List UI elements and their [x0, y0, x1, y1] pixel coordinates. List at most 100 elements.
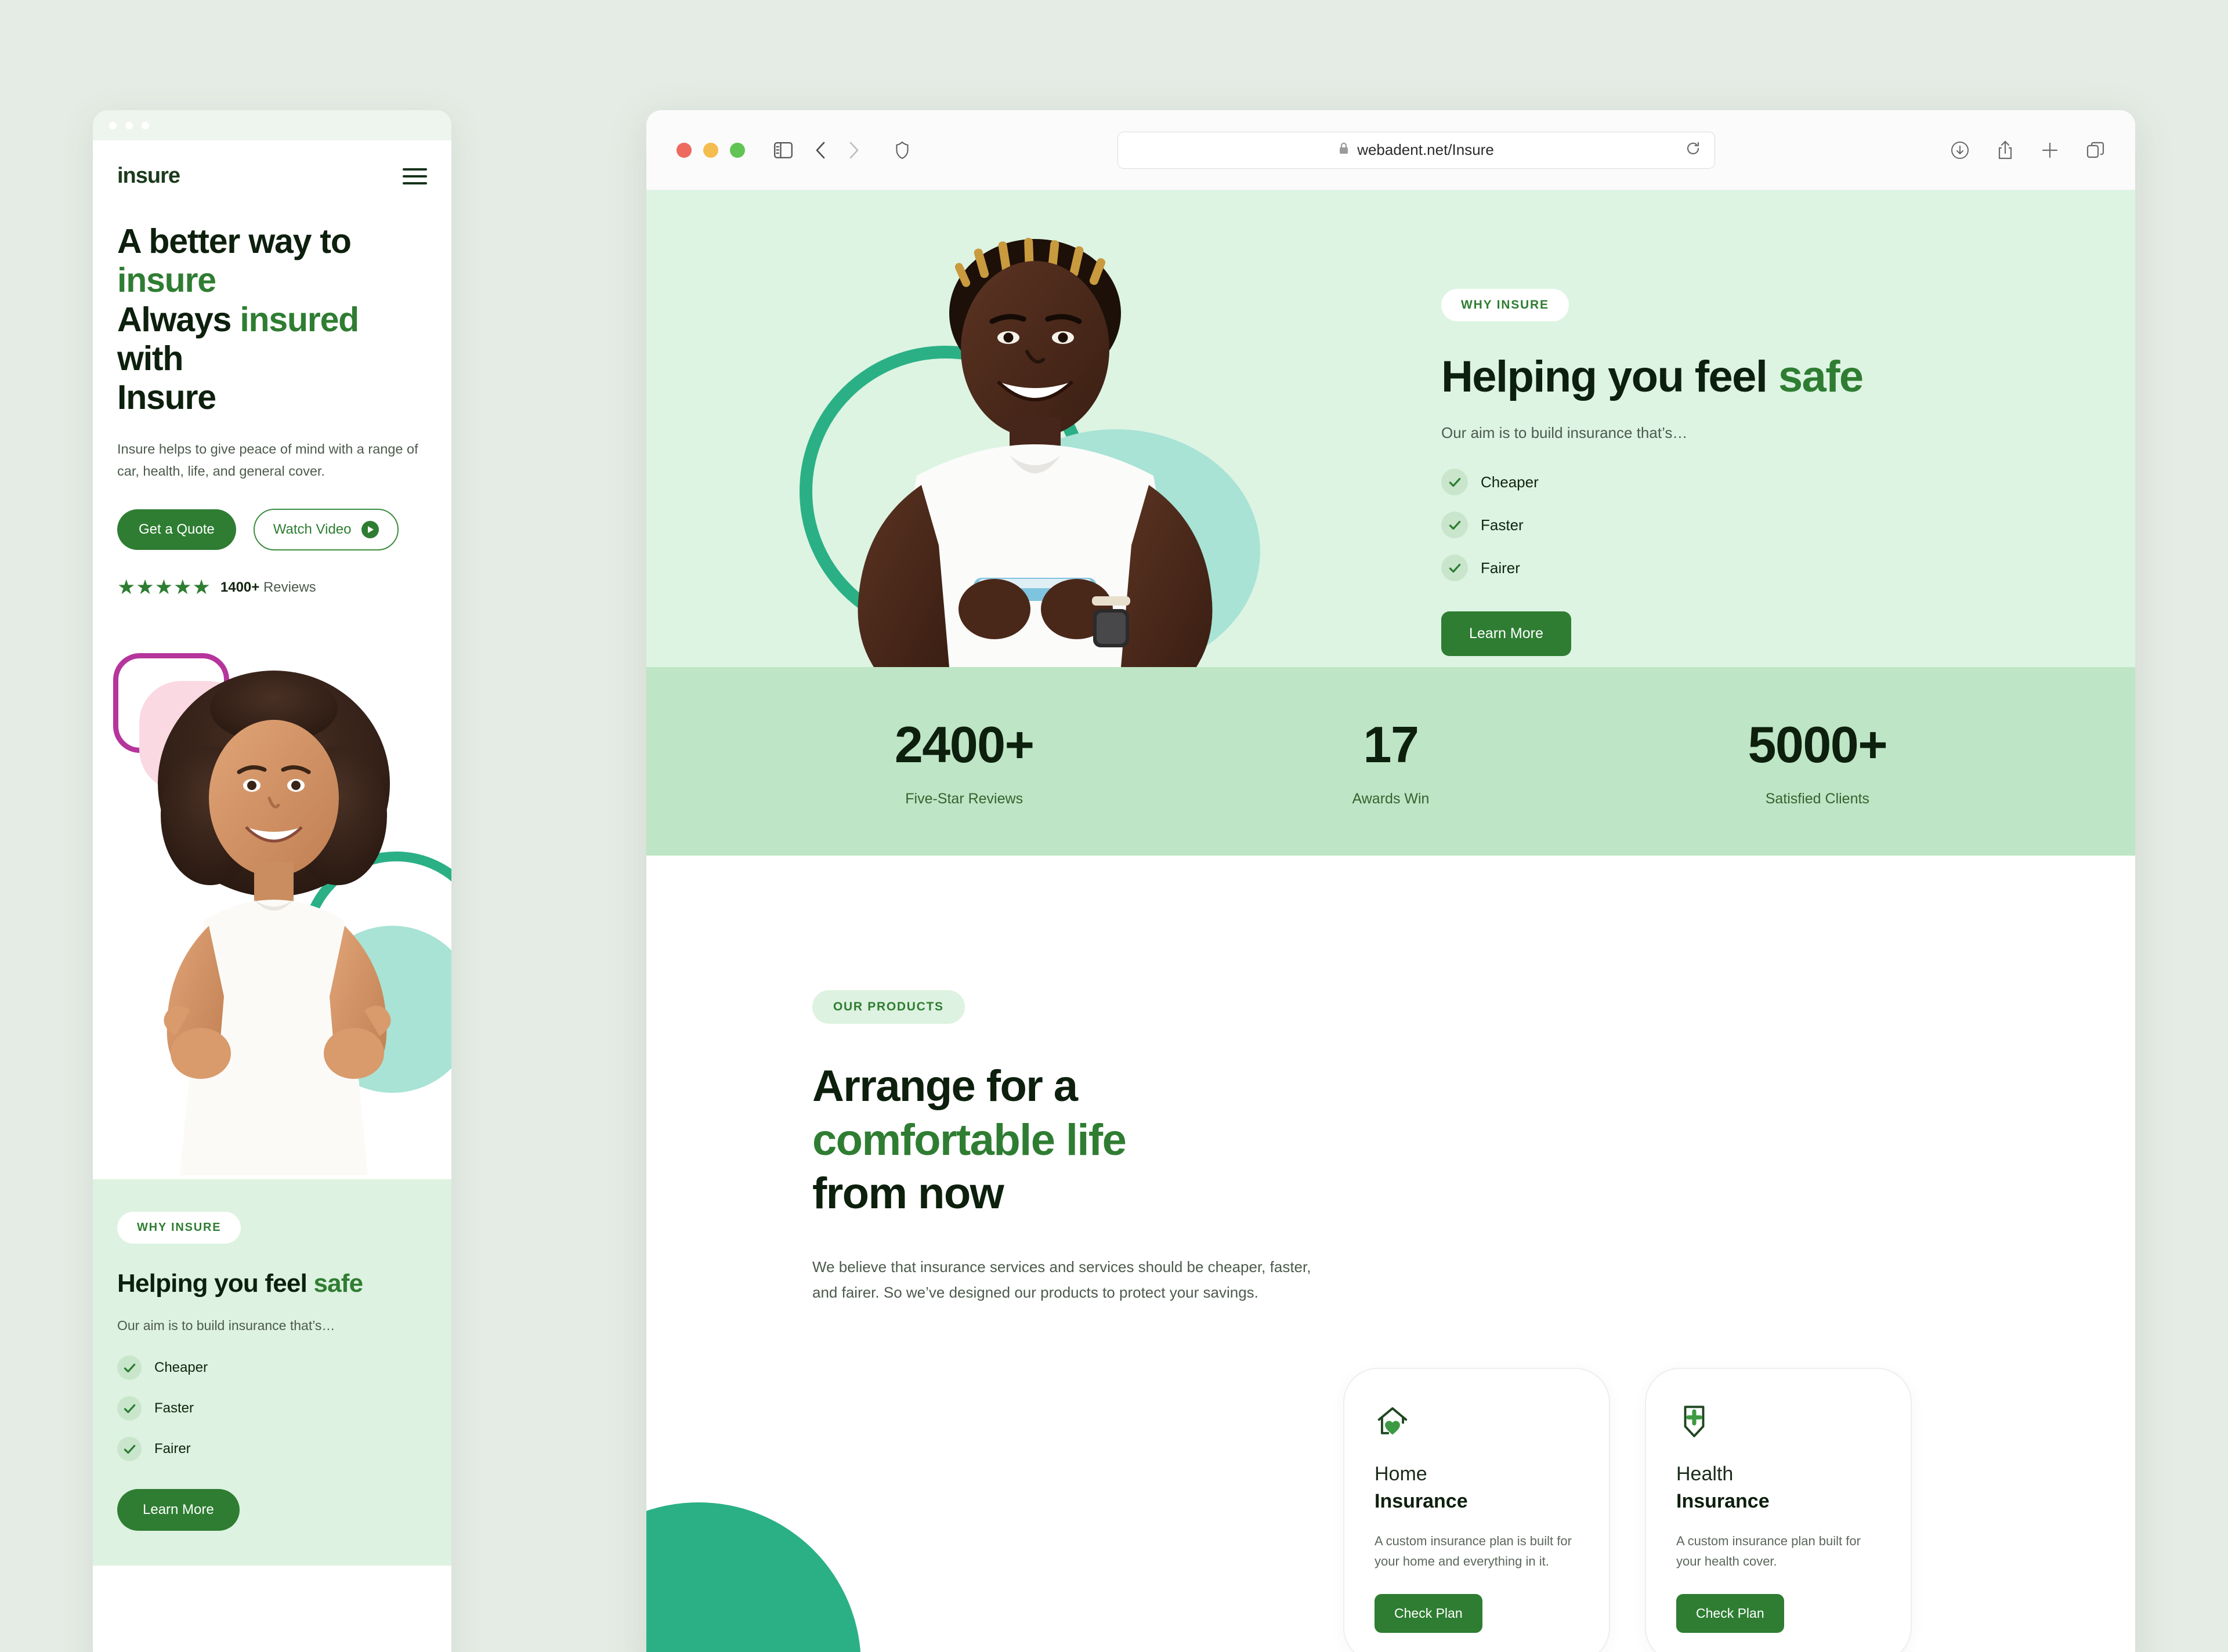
product-card-health[interactable]: Health Insurance A custom insurance plan… [1645, 1368, 1912, 1652]
product-card-home[interactable]: Home Insurance A custom insurance plan i… [1343, 1368, 1610, 1652]
maximize-window-button[interactable] [730, 142, 745, 158]
stat-value: 2400+ [894, 716, 1035, 773]
forward-chevron-icon[interactable] [848, 141, 860, 160]
download-icon[interactable] [1951, 141, 1969, 160]
benefit-label: Cheaper [1481, 473, 1539, 491]
product-title-bottom: Insurance [1676, 1490, 1770, 1512]
hero-title-part-2: insure [117, 261, 216, 300]
why-insure-subtitle: Our aim is to build insurance that’s… [1441, 424, 1688, 441]
products-title-line3: from now [812, 1169, 1004, 1219]
why-insure-title: Helping you feel safe [1441, 352, 2056, 402]
why-insure-badge: WHY INSURE [1441, 289, 1569, 321]
mobile-hero: A better way to insure Always insured wit… [93, 189, 451, 597]
back-chevron-icon[interactable] [815, 141, 826, 160]
hero-title-part-1: A better way to [117, 222, 352, 260]
why-insure-hero-section: WHY INSURE Helping you feel safe Our aim… [646, 190, 2135, 667]
learn-more-button[interactable]: Learn More [1441, 611, 1571, 656]
decor-teal-arc [646, 1502, 861, 1652]
brand-logo[interactable]: insure [117, 164, 180, 189]
list-item: Cheaper [1441, 469, 2056, 495]
woman-thumbs-up-photo [158, 671, 391, 1176]
hero-title-part-6: Insure [117, 378, 216, 416]
products-paragraph: We believe that insurance services and s… [812, 1258, 1311, 1301]
window-controls [677, 142, 745, 158]
check-plan-button[interactable]: Check Plan [1676, 1593, 1784, 1633]
url-text: webadent.net/Insure [1357, 141, 1494, 158]
browser-mockup: webadent.net/Insure WHY INSURE Helping y… [646, 110, 2135, 1652]
mobile-header: insure [93, 140, 451, 189]
benefit-label: Cheaper [154, 1360, 208, 1376]
mobile-body: insure A better way to insure Always insu… [93, 140, 451, 1566]
list-item: Fairer [1441, 555, 2056, 581]
list-item: Faster [1441, 512, 2056, 538]
learn-more-button[interactable]: Learn More [117, 1489, 240, 1531]
mobile-dot-2 [125, 121, 133, 129]
our-products-badge: OUR PRODUCTS [812, 990, 965, 1024]
benefits-list: Cheaper Faster Fairer [1441, 469, 2056, 581]
hero-title-part-4: insured [240, 300, 359, 339]
mobile-why-insure-section: WHY INSURE Helping you feel safe Our aim… [93, 1179, 451, 1566]
get-a-quote-button[interactable]: Get a Quote [117, 509, 236, 550]
why-title-green: safe [313, 1269, 363, 1298]
stat-label: Satisfied Clients [1765, 791, 1869, 807]
browser-toolbar: webadent.net/Insure [646, 110, 2135, 190]
stats-band: 2400+ Five-Star Reviews 17 Awards Win 50… [646, 667, 2135, 856]
health-shield-cross-icon [1676, 1400, 1880, 1442]
list-item: Faster [117, 1396, 427, 1421]
check-icon [117, 1437, 142, 1462]
check-icon [117, 1396, 142, 1421]
benefit-label: Faster [154, 1400, 194, 1416]
reviews-label: Reviews [263, 579, 316, 595]
watch-video-button[interactable]: Watch Video [253, 509, 399, 551]
mobile-why-subtitle: Our aim is to build insurance that’s… [117, 1318, 335, 1334]
browser-action-icons [1951, 140, 2105, 160]
sidebar-toggle-icon[interactable] [774, 142, 793, 158]
benefit-label: Faster [1481, 516, 1524, 534]
hamburger-menu-icon[interactable] [403, 168, 427, 184]
mobile-mockup: insure A better way to insure Always insu… [93, 110, 451, 1652]
mobile-why-title: Helping you feel safe [117, 1269, 427, 1298]
product-title-top: Home [1375, 1463, 1427, 1485]
products-title-line1: Arrange for a [812, 1062, 1078, 1111]
address-bar-row: webadent.net/Insure [896, 131, 2105, 169]
watch-video-label: Watch Video [273, 521, 352, 538]
hero-title-part-5: with [117, 339, 183, 378]
product-title-top: Health [1676, 1463, 1734, 1485]
stat-label: Five-Star Reviews [905, 791, 1023, 807]
share-icon[interactable] [1997, 140, 2013, 160]
benefit-label: Fairer [154, 1441, 191, 1457]
plus-icon[interactable] [2041, 142, 2059, 159]
stat-item: 2400+ Five-Star Reviews [751, 715, 1177, 807]
tab-overview-icon[interactable] [2086, 141, 2105, 160]
stat-value: 17 [1363, 716, 1419, 773]
benefit-label: Fairer [1481, 559, 1520, 577]
mobile-hero-photo [93, 637, 451, 1180]
reviews-count: 1400+ [220, 579, 260, 595]
check-icon [1441, 512, 1468, 538]
url-input[interactable]: webadent.net/Insure [1117, 131, 1715, 169]
products-copy: OUR PRODUCTS Arrange for a comfortable li… [812, 990, 1323, 1306]
minimize-window-button[interactable] [703, 142, 718, 158]
why-insure-copy: WHY INSURE Helping you feel safe Our aim… [1441, 289, 2056, 656]
mobile-dot-1 [109, 121, 117, 129]
list-item: Fairer [117, 1437, 427, 1462]
product-description: A custom insurance plan is built for you… [1375, 1534, 1572, 1568]
products-title: Arrange for a comfortable life from now [812, 1060, 1323, 1221]
star-rating-icon: ★★★★★ [117, 576, 211, 599]
close-window-button[interactable] [677, 142, 692, 158]
stat-item: 17 Awards Win [1177, 715, 1604, 807]
mobile-hero-subtitle: Insure helps to give peace of mind with … [117, 441, 418, 479]
product-description: A custom insurance plan built for your h… [1676, 1534, 1861, 1568]
mobile-hero-buttons: Get a Quote Watch Video [117, 509, 427, 551]
shield-privacy-icon[interactable] [896, 141, 909, 159]
play-icon [361, 521, 379, 539]
products-title-line2: comfortable life [812, 1115, 1127, 1165]
check-plan-button[interactable]: Check Plan [1375, 1593, 1482, 1633]
stat-label: Awards Win [1352, 791, 1430, 807]
check-icon [117, 1356, 142, 1381]
stat-value: 5000+ [1748, 716, 1887, 773]
list-item: Cheaper [117, 1356, 427, 1381]
why-title-black: Helping you feel [1441, 352, 1778, 401]
reload-icon[interactable] [1686, 141, 1701, 159]
hero-title-part-3: Always [117, 300, 240, 339]
